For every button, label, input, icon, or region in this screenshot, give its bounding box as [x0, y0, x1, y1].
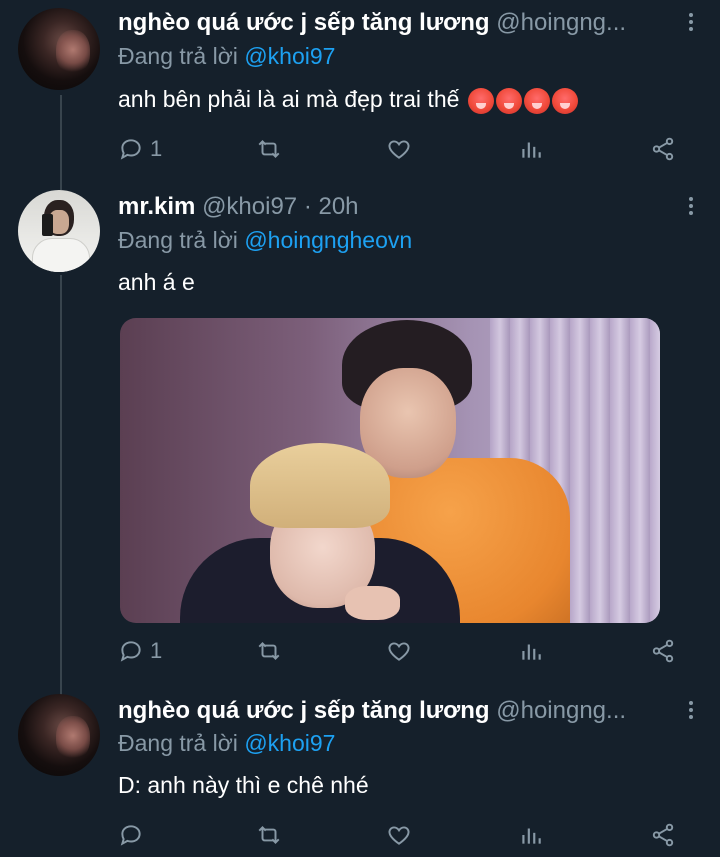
analytics-icon: [522, 142, 541, 158]
like-button[interactable]: [386, 134, 412, 164]
replying-to: Đang trả lời @khoi97: [118, 729, 335, 757]
retweet-icon: [258, 642, 280, 660]
retweet-icon: [258, 826, 280, 844]
analytics-icon: [522, 828, 541, 844]
share-button[interactable]: [650, 134, 676, 164]
avatar-photo: [32, 238, 90, 272]
reply-icon: [120, 641, 141, 662]
tweet-text-content: D: anh này thì e chê nhé: [118, 772, 369, 798]
tweet-text-content: anh á e: [118, 269, 195, 295]
tweet-header: mr.kim @khoi97 · 20h: [118, 192, 672, 222]
avatar-photo-phone: [42, 214, 53, 236]
like-button[interactable]: [386, 636, 412, 666]
avatar-photo: [56, 30, 90, 74]
tweet-actions: [118, 820, 688, 850]
reply-count: 1: [150, 638, 163, 663]
tweet-photo[interactable]: [120, 318, 660, 623]
more-icon[interactable]: [688, 13, 694, 31]
replying-to: Đang trả lời @khoi97: [118, 42, 335, 70]
reply-button[interactable]: [118, 820, 144, 850]
display-name[interactable]: nghèo quá ước j sếp tăng lương: [118, 9, 490, 36]
hot-face-emoji: [495, 87, 522, 114]
share-icon: [652, 823, 674, 847]
reply-count: 1: [150, 136, 163, 161]
reply-icon: [120, 139, 141, 160]
hot-face-emoji: [467, 87, 494, 114]
avatar[interactable]: [18, 694, 100, 776]
replying-to-label: Đang trả lời: [118, 227, 238, 253]
hot-face-emoji: [523, 87, 550, 114]
heart-icon: [388, 140, 410, 159]
replying-to-label: Đang trả lời: [118, 730, 238, 756]
avatar-photo: [56, 716, 90, 760]
tweet-header: nghèo quá ước j sếp tăng lương @hoingng.…: [118, 8, 672, 38]
share-icon: [652, 639, 674, 663]
tweet-header: nghèo quá ước j sếp tăng lương @hoingng.…: [118, 696, 672, 726]
analytics-icon: [522, 644, 541, 660]
analytics-button[interactable]: [518, 636, 544, 666]
replying-to: Đang trả lời @hoingngheovn: [118, 226, 412, 254]
retweet-icon: [258, 140, 280, 158]
tweet-actions: 1: [118, 134, 688, 164]
avatar[interactable]: [18, 190, 100, 272]
retweet-button[interactable]: [256, 636, 282, 666]
tweet-actions: 1: [118, 636, 688, 666]
tweet-text: anh á e: [118, 267, 195, 297]
heart-icon: [388, 826, 410, 845]
user-handle[interactable]: @khoi97 · 20h: [202, 193, 358, 220]
display-name[interactable]: mr.kim: [118, 193, 195, 220]
photo-person-left-hair: [250, 443, 390, 528]
share-icon: [652, 137, 674, 161]
heart-icon: [388, 642, 410, 661]
share-button[interactable]: [650, 636, 676, 666]
like-button[interactable]: [386, 820, 412, 850]
share-button[interactable]: [650, 820, 676, 850]
tweet[interactable]: nghèo quá ước j sếp tăng lương @hoingng.…: [0, 690, 720, 857]
replying-to-label: Đang trả lời: [118, 43, 238, 69]
reply-button[interactable]: 1: [118, 636, 162, 666]
user-handle[interactable]: @hoingng...: [496, 697, 626, 724]
display-name[interactable]: nghèo quá ước j sếp tăng lương: [118, 697, 490, 724]
avatar[interactable]: [18, 8, 100, 90]
analytics-button[interactable]: [518, 820, 544, 850]
hot-face-emoji: [551, 87, 578, 114]
reply-button[interactable]: 1: [118, 134, 162, 164]
retweet-button[interactable]: [256, 134, 282, 164]
tweet-text: anh bên phải là ai mà đẹp trai thế: [118, 84, 578, 114]
tweet-text: D: anh này thì e chê nhé: [118, 770, 369, 800]
photo-hand: [345, 586, 400, 620]
mention-link[interactable]: @khoi97: [244, 730, 335, 756]
mention-link[interactable]: @khoi97: [244, 43, 335, 69]
tweet[interactable]: nghèo quá ước j sếp tăng lương @hoingng.…: [0, 0, 720, 180]
more-icon[interactable]: [688, 197, 694, 215]
more-icon[interactable]: [688, 701, 694, 719]
tweet-text-content: anh bên phải là ai mà đẹp trai thế: [118, 86, 460, 112]
retweet-button[interactable]: [256, 820, 282, 850]
analytics-button[interactable]: [518, 134, 544, 164]
reply-icon: [120, 825, 141, 846]
mention-link[interactable]: @hoingngheovn: [244, 227, 412, 253]
user-handle[interactable]: @hoingng...: [496, 9, 626, 36]
